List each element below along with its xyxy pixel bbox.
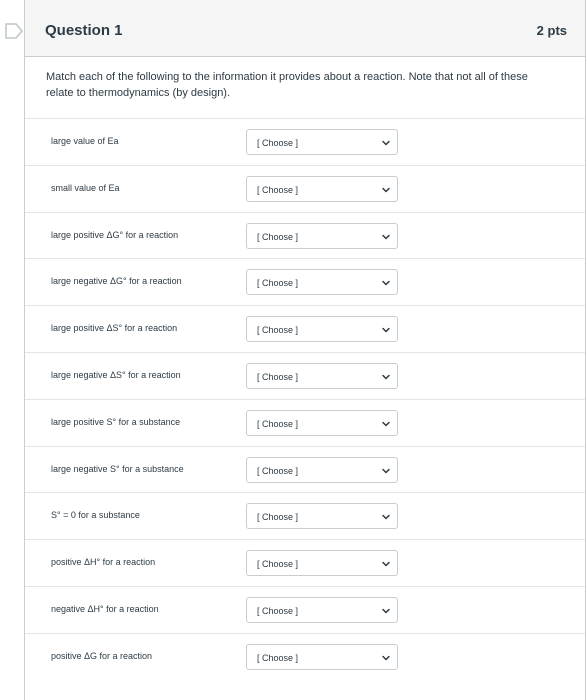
answer-select-9[interactable]: [ Choose ] — [246, 503, 398, 530]
chevron-down-icon — [382, 281, 390, 286]
flag-icon[interactable] — [4, 22, 24, 40]
chevron-down-icon — [382, 421, 390, 427]
matching-row-label: large negative ΔG° for a reaction — [51, 276, 182, 287]
matching-row-12: positive ΔG for a reaction [ Choose ] — [25, 632, 585, 681]
answer-select-value: [ Choose ] — [257, 512, 299, 523]
matching-row-2: small value of Ea [ Choose ] — [25, 164, 585, 213]
question-card: Question 1 2 pts Match each of the follo… — [24, 0, 586, 700]
answer-select-value: [ Choose ] — [257, 418, 299, 429]
matching-row-11: negative ΔH° for a reaction [ Choose ] — [25, 586, 585, 634]
question-points: 2 pts — [536, 23, 567, 38]
matching-row-label: positive ΔH° for a reaction — [51, 557, 156, 568]
answer-select-2[interactable]: [ Choose ] — [246, 175, 398, 202]
answer-select-value: [ Choose ] — [257, 606, 299, 616]
matching-row-label: large positive ΔS° for a reaction — [51, 323, 178, 334]
answer-select-value: [ Choose ] — [257, 652, 299, 663]
chevron-down-icon — [382, 234, 390, 239]
answer-select-value: [ Choose ] — [257, 465, 299, 476]
matching-row-8: large negative S° for a substance [ Choo… — [25, 445, 585, 494]
chevron-down-icon — [382, 608, 390, 614]
matching-row-6: large negative ΔS° for a reaction [ Choo… — [25, 352, 585, 400]
matching-row-3: large positive ΔG° for a reaction [ Choo… — [25, 211, 585, 260]
chevron-down-icon — [382, 374, 390, 380]
answer-select-3[interactable]: [ Choose ] — [246, 222, 398, 249]
answer-select-value: [ Choose ] — [257, 138, 299, 148]
chevron-down-icon — [382, 515, 390, 520]
answer-select-11[interactable]: [ Choose ] — [246, 597, 398, 623]
answer-select-7[interactable]: [ Choose ] — [246, 409, 398, 436]
answer-select-8[interactable]: [ Choose ] — [246, 456, 398, 483]
answer-select-value: [ Choose ] — [257, 559, 299, 570]
chevron-down-icon — [382, 327, 390, 333]
question-prompt: Match each of the following to the infor… — [46, 71, 528, 99]
answer-select-value: [ Choose ] — [257, 231, 299, 242]
answer-select-6[interactable]: [ Choose ] — [246, 363, 398, 389]
matching-row-5: large positive ΔS° for a reaction [ Choo… — [25, 305, 585, 353]
answer-select-5[interactable]: [ Choose ] — [246, 316, 398, 343]
answer-select-10[interactable]: [ Choose ] — [246, 550, 398, 577]
matching-row-label: negative ΔH° for a reaction — [51, 604, 159, 614]
matching-row-label: large negative ΔS° for a reaction — [51, 370, 181, 380]
chevron-down-icon — [382, 655, 390, 661]
matching-row-4: large negative ΔG° for a reaction [ Choo… — [25, 258, 585, 306]
matching-row-label: large positive S° for a substance — [51, 416, 181, 427]
answer-select-4[interactable]: [ Choose ] — [246, 269, 398, 296]
question-header: Question 1 2 pts — [25, 0, 585, 57]
answer-select-1[interactable]: [ Choose ] — [246, 129, 398, 155]
matching-row-9: S° = 0 for a substance [ Choose ] — [25, 492, 585, 540]
answer-select-value: [ Choose ] — [257, 278, 299, 289]
question-title: Question 1 — [45, 22, 123, 39]
chevron-down-icon — [382, 468, 390, 473]
answer-select-value: [ Choose ] — [257, 372, 299, 382]
matching-row-label: small value of Ea — [51, 182, 120, 193]
chevron-down-icon — [382, 187, 390, 193]
matching-row-7: large positive S° for a substance [ Choo… — [25, 398, 585, 447]
chevron-down-icon — [382, 140, 390, 146]
answer-select-value: [ Choose ] — [257, 184, 299, 195]
answer-select-value: [ Choose ] — [257, 325, 299, 336]
matching-row-10: positive ΔH° for a reaction [ Choose ] — [25, 539, 585, 587]
matching-row-1: large value of Ea [ Choose ] — [25, 118, 585, 166]
matching-row-label: S° = 0 for a substance — [51, 510, 140, 521]
matching-row-label: large value of Ea — [51, 136, 119, 146]
matching-row-label: large positive ΔG° for a reaction — [51, 229, 179, 240]
matching-row-label: large negative S° for a substance — [51, 463, 184, 474]
matching-row-label: positive ΔG for a reaction — [51, 650, 153, 661]
answer-select-12[interactable]: [ Choose ] — [246, 643, 398, 670]
chevron-down-icon — [382, 561, 390, 567]
